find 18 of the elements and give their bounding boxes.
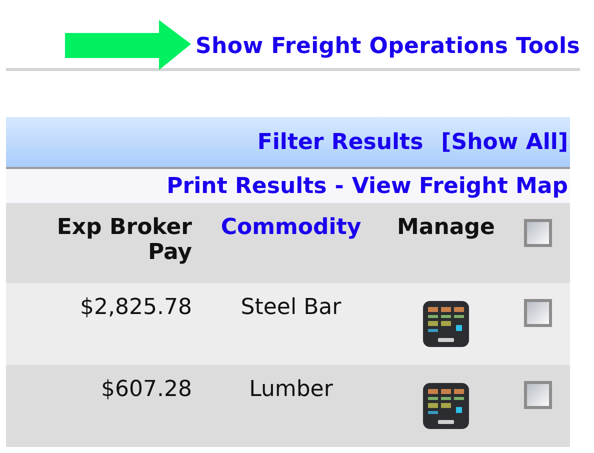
calculator-icon[interactable]: [423, 301, 469, 347]
show-tools-link[interactable]: Show Freight Operations Tools: [195, 34, 580, 58]
calculator-icon[interactable]: [423, 383, 469, 429]
arrow-icon: [65, 20, 192, 72]
filter-results-link[interactable]: Filter Results: [257, 130, 424, 154]
broker-pay-cell: $2,825.78: [80, 295, 192, 320]
broker-pay-header: Exp Broker Pay: [56, 215, 192, 265]
checkbox[interactable]: [524, 299, 552, 327]
commodity-cell: Steel Bar: [240, 295, 342, 320]
show-all-link[interactable]: [Show All]: [441, 130, 568, 154]
view-freight-map-link[interactable]: View Freight Map: [352, 174, 568, 198]
commodity-cell: Lumber: [249, 377, 333, 402]
checkbox[interactable]: [524, 381, 552, 409]
checkbox[interactable]: [524, 219, 552, 247]
print-results-link[interactable]: Print Results: [166, 174, 327, 198]
manage-header: Manage: [397, 215, 495, 240]
broker-pay-cell: $607.28: [101, 377, 192, 402]
separator-text: -: [334, 174, 344, 198]
